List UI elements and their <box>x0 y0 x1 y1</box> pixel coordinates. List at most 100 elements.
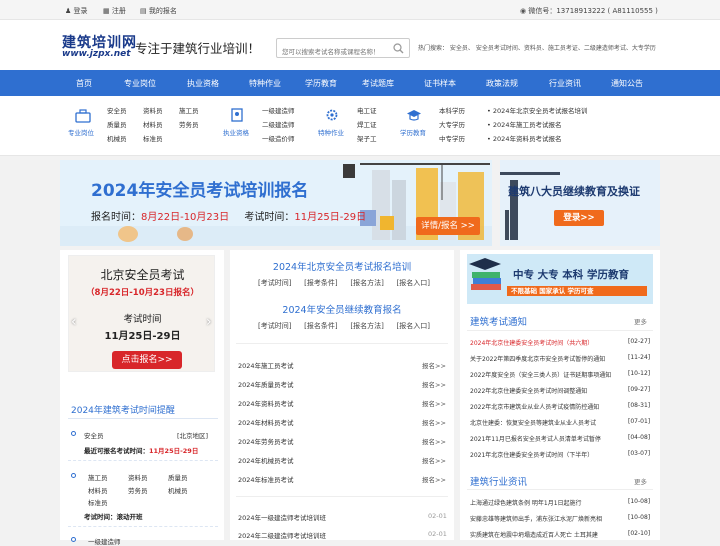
exam-row[interactable]: 2024年质量员考试 <box>238 379 294 389</box>
info-link[interactable]: [报考条件] <box>304 278 337 288</box>
nav-item[interactable]: 特种作业 <box>249 78 281 89</box>
cat-link[interactable]: 本科学历 <box>439 105 465 115</box>
info-link[interactable]: [考试时间] <box>258 321 291 331</box>
cat-link[interactable]: 质量员 <box>107 119 127 129</box>
exam-row-signup[interactable]: 报名>> <box>422 455 446 465</box>
nav-item[interactable]: 证书样本 <box>424 78 456 89</box>
cat-link[interactable]: 中专学历 <box>439 133 465 143</box>
slider-next-icon[interactable]: › <box>206 314 212 330</box>
notice-item[interactable]: 2022年北京住建委安全员考试时间调整通知 <box>470 386 587 395</box>
remind-exam-name[interactable]: 安全员 <box>84 430 104 440</box>
info-link[interactable]: [报名入口] <box>397 321 430 331</box>
cat-link[interactable]: 材料员 <box>143 119 163 129</box>
exam-row[interactable]: 2024年劳务员考试 <box>238 436 294 446</box>
exam-row[interactable]: 2024年材料员考试 <box>238 417 294 427</box>
cat-link[interactable]: 架子工 <box>357 133 377 143</box>
side-banner-login-button[interactable]: 登录>> <box>554 210 604 226</box>
exam-row-signup[interactable]: 报名>> <box>422 474 446 484</box>
exam-row-signup[interactable]: 报名>> <box>422 398 446 408</box>
nav-item[interactable]: 通知公告 <box>611 78 643 89</box>
remind-link[interactable]: 材料员 <box>88 485 108 495</box>
exam-row-signup[interactable]: 报名>> <box>422 417 446 427</box>
cat-link[interactable]: 安全员 <box>107 105 127 115</box>
cat-news-link[interactable]: • 2024年施工员考试报名 <box>487 119 561 129</box>
register-link[interactable]: ▦ 注册 <box>103 6 126 16</box>
exam-row-signup[interactable]: 报名>> <box>422 360 446 370</box>
cat-news-link[interactable]: • 2024年北京安全员考试报名培训 <box>487 105 587 115</box>
my-signup-link[interactable]: ▤ 我的报名 <box>140 6 177 16</box>
remind-link[interactable]: 机械员 <box>168 485 188 495</box>
nav-item[interactable]: 考试题库 <box>362 78 394 89</box>
notice-item[interactable]: 2022年北京市建筑业从业人员考试疫情防控通知 <box>470 402 599 411</box>
info-link[interactable]: [报名方法] <box>350 321 383 331</box>
exam-slider[interactable]: 北京安全员考试 （8月22日-10月23日报名） 考试时间 11月25日-29日… <box>68 255 215 372</box>
cat-news-link[interactable]: • 2024年资料员考试报名 <box>487 133 561 143</box>
banner-detail-button[interactable]: 详情/报名 >> <box>416 217 480 235</box>
course-date: 02-01 <box>428 512 447 520</box>
notice-item[interactable]: 2021年11月已报名安全员考试人员清单考试暂停 <box>470 434 601 443</box>
notice-item[interactable]: 2022年度安全员（安全三类人员）证书延期事项通知 <box>470 370 611 379</box>
notice-item[interactable]: 北京住建委：恢复安全员等建筑业从业人员考试 <box>470 418 596 427</box>
notice-more-link[interactable]: 更多 <box>634 316 647 326</box>
remind-link[interactable]: 劳务员 <box>128 485 148 495</box>
search-icon[interactable] <box>393 43 404 54</box>
hot-search[interactable]: 热门搜索： 安全员、 安全员考试时间、资料员、施工员考证、二级建造师考试、大专学… <box>418 43 656 52</box>
remind-link[interactable]: 一级建造师 <box>88 536 121 546</box>
info-link[interactable]: [报名条件] <box>304 321 337 331</box>
industry-item[interactable]: 实质建筑在地震中坍塌造成近百人死亡 土耳其建 <box>470 530 598 539</box>
slider-prev-icon[interactable]: ‹ <box>71 314 77 330</box>
cat-link[interactable]: 一级造价师 <box>262 133 295 143</box>
main-banner[interactable]: 2024年安全员考试培训报名 报名时间：8月22日-10月23日 考试时间：11… <box>60 160 492 246</box>
nav-item[interactable]: 首页 <box>76 78 92 89</box>
cat-link[interactable]: 大专学历 <box>439 119 465 129</box>
remind-link[interactable]: 标准员 <box>88 497 108 507</box>
exam-row-signup[interactable]: 报名>> <box>422 379 446 389</box>
notice-date: [04-08] <box>628 434 651 441</box>
exam-row[interactable]: 2024年资料员考试 <box>238 398 294 408</box>
exam-row[interactable]: 2024年施工员考试 <box>238 360 294 370</box>
cat-link[interactable]: 资料员 <box>143 105 163 115</box>
cat-link[interactable]: 电工证 <box>357 105 377 115</box>
industry-more-link[interactable]: 更多 <box>634 476 647 486</box>
slider-signup-button[interactable]: 点击报名>> <box>112 351 182 369</box>
center-headline-2[interactable]: 2024年安全员继续教育报名 <box>230 302 454 316</box>
nav-item[interactable]: 执业资格 <box>187 78 219 89</box>
cat-link[interactable]: 标准员 <box>143 133 163 143</box>
remind-link[interactable]: 资料员 <box>128 472 148 482</box>
education-banner[interactable]: 中专 大专 本科 学历教育 不限基础 国家承认 学历可查 <box>467 254 653 304</box>
nav-item[interactable]: 行业资讯 <box>549 78 581 89</box>
login-link[interactable]: ♟ 登录 <box>65 6 88 16</box>
notice-item[interactable]: 2021年北京住建委安全员考试时间（下半年） <box>470 450 593 459</box>
continuing-education-banner[interactable]: 建筑八大员继续教育及换证 登录>> <box>500 160 660 246</box>
exam-row-signup[interactable]: 报名>> <box>422 436 446 446</box>
info-link[interactable]: [考试时间] <box>258 278 291 288</box>
cat-link[interactable]: 施工员 <box>179 105 199 115</box>
info-link[interactable]: [报名方法] <box>350 278 383 288</box>
cat-label-education[interactable]: 学历教育 <box>400 127 426 137</box>
cat-link[interactable]: 劳务员 <box>179 119 199 129</box>
remind-link[interactable]: 质量员 <box>168 472 188 482</box>
industry-item[interactable]: 安藤忠雄等建筑师出手，浦东张江水泥厂焕新亮相 <box>470 514 602 523</box>
industry-title: 建筑行业资讯 <box>470 477 528 488</box>
industry-item[interactable]: 上海通过绿色建筑条例 明年1月1日起施行 <box>470 498 582 507</box>
search-input[interactable] <box>277 43 387 62</box>
course-row[interactable]: 2024年一级建造师考试培训班 <box>238 512 326 522</box>
nav-item[interactable]: 学历教育 <box>305 78 337 89</box>
notice-item[interactable]: 2024年北京住建委安全员考试时间（共六期） <box>470 338 593 347</box>
info-link[interactable]: [报名入口] <box>397 278 430 288</box>
cat-label-qualification[interactable]: 执业资格 <box>223 127 249 137</box>
cat-label-professional[interactable]: 专业岗位 <box>68 127 94 137</box>
cat-label-special[interactable]: 特种作业 <box>318 127 344 137</box>
exam-row[interactable]: 2024年机械员考试 <box>238 455 294 465</box>
remind-link[interactable]: 施工员 <box>88 472 108 482</box>
nav-item[interactable]: 专业岗位 <box>124 78 156 89</box>
cat-link[interactable]: 机械员 <box>107 133 127 143</box>
course-row[interactable]: 2024年二级建造师考试培训班 <box>238 530 326 540</box>
exam-row[interactable]: 2024年标准员考试 <box>238 474 294 484</box>
cat-link[interactable]: 焊工证 <box>357 119 377 129</box>
nav-item[interactable]: 政策法规 <box>486 78 518 89</box>
cat-link[interactable]: 二级建造师 <box>262 119 295 129</box>
center-headline-1[interactable]: 2024年北京安全员考试报名培训 <box>230 259 454 273</box>
cat-link[interactable]: 一级建造师 <box>262 105 295 115</box>
notice-item[interactable]: 关于2022年第四季度北京市安全员考试暂停的通知 <box>470 354 605 363</box>
